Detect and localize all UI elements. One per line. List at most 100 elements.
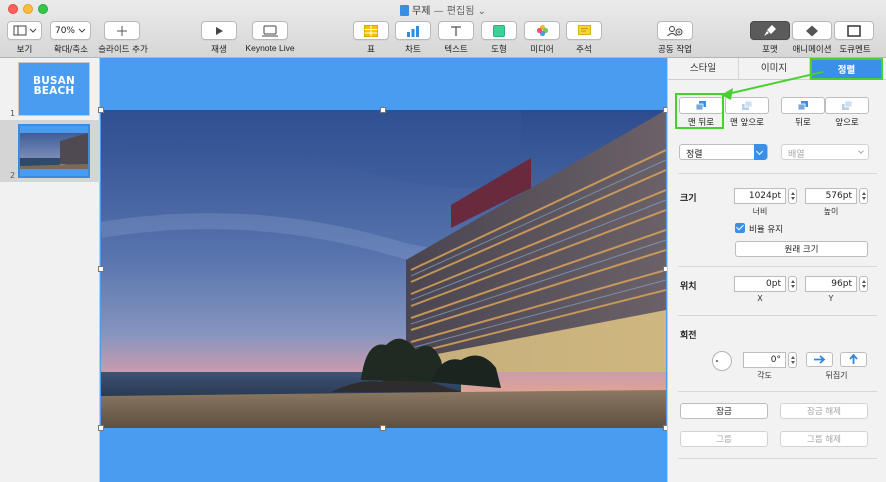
slide-thumbnail-row[interactable]: 2 bbox=[0, 120, 100, 182]
lock-button[interactable]: 잠금 bbox=[680, 403, 768, 419]
chart-label: 차트 bbox=[405, 45, 421, 55]
flip-vertical-button[interactable] bbox=[840, 352, 867, 367]
resize-handle[interactable] bbox=[98, 266, 104, 272]
divider bbox=[678, 458, 877, 459]
slide-number: 2 bbox=[10, 171, 16, 180]
media-label: 미디어 bbox=[530, 45, 554, 55]
divider bbox=[678, 173, 877, 174]
position-section-label: 위치 bbox=[680, 282, 697, 292]
document-button[interactable] bbox=[834, 21, 874, 40]
constrain-proportions-checkbox[interactable] bbox=[735, 223, 745, 233]
format-button[interactable] bbox=[750, 21, 790, 40]
view-label: 보기 bbox=[16, 45, 33, 55]
keynote-live-label: Keynote Live bbox=[245, 43, 295, 53]
slide-thumbnail[interactable]: BUSAN BEACH bbox=[18, 62, 90, 116]
rotate-section-label: 회전 bbox=[680, 331, 697, 341]
plus-icon bbox=[117, 25, 127, 36]
tab-arrange[interactable]: 정렬 bbox=[810, 58, 883, 80]
arrowhead-icon bbox=[721, 88, 733, 100]
flip-horizontal-button[interactable] bbox=[806, 352, 833, 367]
divider bbox=[678, 391, 877, 392]
align-select[interactable]: 정렬 bbox=[679, 144, 768, 160]
collaborate-icon bbox=[667, 25, 683, 36]
angle-stepper[interactable] bbox=[788, 352, 797, 368]
x-position-stepper[interactable] bbox=[788, 276, 797, 292]
text-label: 텍스트 bbox=[444, 45, 468, 55]
shape-button[interactable] bbox=[481, 21, 517, 40]
resize-handle[interactable] bbox=[98, 425, 104, 431]
flip-label: 뒤집기 bbox=[825, 371, 848, 380]
slide-canvas[interactable] bbox=[98, 58, 669, 482]
slide-number: 1 bbox=[10, 109, 16, 118]
table-icon bbox=[364, 24, 378, 37]
keynote-document-icon bbox=[400, 5, 410, 16]
y-position-field[interactable]: 96pt bbox=[805, 276, 857, 292]
height-stepper[interactable] bbox=[859, 188, 868, 204]
width-stepper[interactable] bbox=[788, 188, 797, 204]
collaborate-button[interactable] bbox=[657, 21, 693, 40]
hotel-beach-photo bbox=[101, 110, 666, 428]
chart-icon bbox=[407, 25, 419, 37]
x-position-field[interactable]: 0pt bbox=[734, 276, 786, 292]
arrow-up-icon bbox=[849, 354, 858, 364]
paintbrush-icon bbox=[764, 25, 776, 36]
zoom-select[interactable]: 70% bbox=[50, 21, 91, 40]
text-button[interactable] bbox=[438, 21, 474, 40]
sidebar-icon bbox=[13, 25, 36, 36]
angle-label: 각도 bbox=[757, 371, 772, 380]
y-position-stepper[interactable] bbox=[859, 276, 868, 292]
document-label: 도큐멘트 bbox=[839, 45, 871, 55]
send-backward-button[interactable] bbox=[781, 97, 825, 114]
distribute-select[interactable]: 배열 bbox=[781, 144, 869, 160]
animate-icon bbox=[806, 25, 818, 36]
photos-icon bbox=[536, 24, 548, 37]
arrow-right-icon bbox=[814, 355, 826, 364]
keynote-live-button[interactable] bbox=[252, 21, 288, 40]
window-title[interactable]: 무제 — 편집됨 ⌄ bbox=[0, 2, 886, 17]
play-label: 재생 bbox=[211, 45, 227, 55]
slide-thumbnail[interactable] bbox=[18, 124, 90, 178]
play-icon bbox=[216, 26, 223, 35]
add-slide-button[interactable] bbox=[104, 21, 140, 40]
bring-forward-icon bbox=[842, 100, 853, 110]
hotel-beach-image[interactable] bbox=[101, 110, 666, 428]
media-button[interactable] bbox=[524, 21, 560, 40]
zoom-label: 확대/축소 bbox=[53, 45, 89, 55]
view-button[interactable] bbox=[7, 21, 42, 40]
resize-handle[interactable] bbox=[98, 107, 104, 113]
group-button[interactable]: 그룹 bbox=[680, 431, 768, 447]
shape-label: 도형 bbox=[491, 45, 507, 55]
resize-handle[interactable] bbox=[380, 425, 386, 431]
size-section-label: 크기 bbox=[680, 194, 697, 204]
ungroup-button[interactable]: 그룹 해제 bbox=[780, 431, 868, 447]
bring-to-front-label: 맨 앞으로 bbox=[730, 118, 764, 128]
angle-field[interactable]: 0° bbox=[743, 352, 786, 368]
tab-style[interactable]: 스타일 bbox=[668, 58, 739, 80]
width-field[interactable]: 1024pt bbox=[734, 188, 786, 204]
comment-button[interactable] bbox=[566, 21, 602, 40]
document-icon bbox=[847, 24, 861, 37]
slide-thumbnail-row[interactable]: 1 BUSAN BEACH bbox=[0, 58, 100, 120]
comment-icon bbox=[577, 24, 591, 35]
resize-handle[interactable] bbox=[380, 107, 386, 113]
bring-forward-button[interactable] bbox=[825, 97, 869, 114]
animate-button[interactable] bbox=[792, 21, 832, 40]
play-button[interactable] bbox=[201, 21, 237, 40]
rotation-dial[interactable] bbox=[712, 351, 732, 371]
edit-state: — 편집됨 ⌄ bbox=[433, 6, 486, 17]
zoom-value: 70% bbox=[54, 25, 75, 36]
constrain-proportions-label: 비율 유지 bbox=[749, 225, 783, 235]
bring-to-front-icon bbox=[742, 100, 753, 110]
inspector-tabs: 스타일 이미지 정렬 bbox=[668, 58, 886, 80]
chevron-down-icon bbox=[858, 148, 864, 154]
table-button[interactable] bbox=[353, 21, 389, 40]
animate-label: 애니메이션 bbox=[792, 45, 832, 55]
shape-icon bbox=[493, 24, 505, 37]
height-field[interactable]: 576pt bbox=[805, 188, 857, 204]
comment-label: 주석 bbox=[576, 45, 592, 55]
width-label: 너비 bbox=[752, 207, 768, 216]
chart-button[interactable] bbox=[395, 21, 431, 40]
unlock-button[interactable]: 잠금 해제 bbox=[780, 403, 868, 419]
original-size-button[interactable]: 원래 크기 bbox=[735, 241, 868, 257]
collaborate-label: 공동 작업 bbox=[658, 45, 692, 55]
